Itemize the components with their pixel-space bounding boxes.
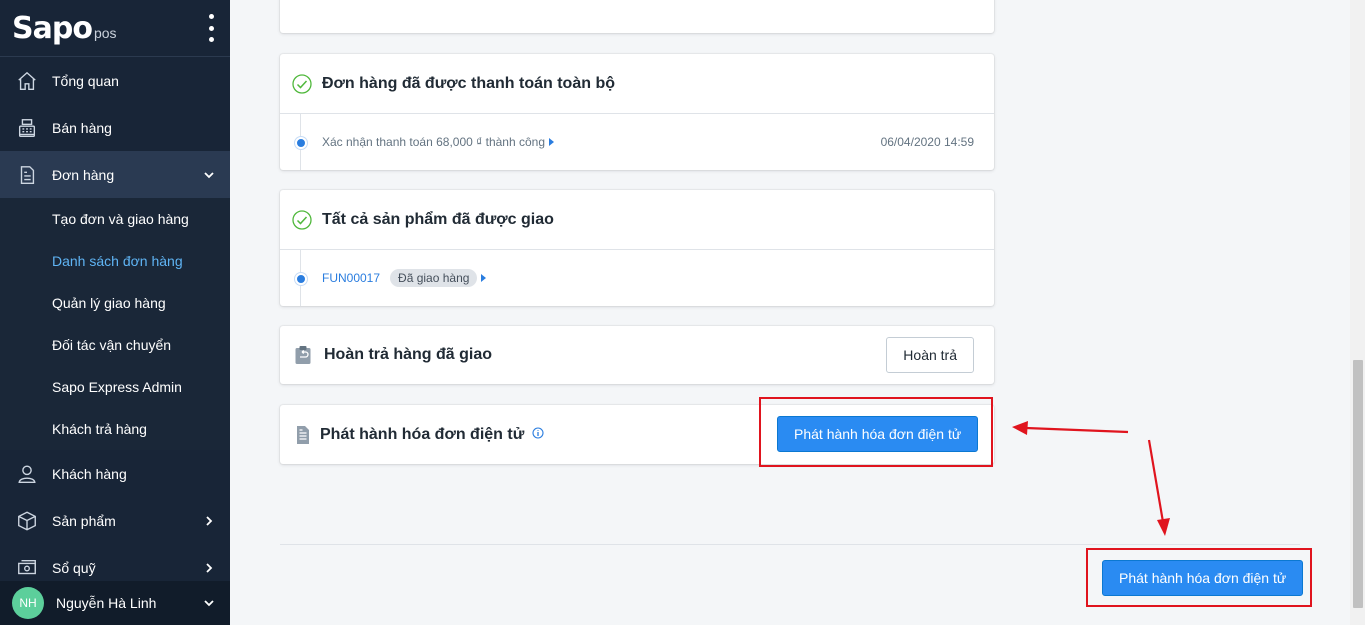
order-document-icon [16, 164, 38, 186]
submenu-shipping-partners[interactable]: Đối tác vận chuyển [0, 324, 230, 366]
einvoice-title: Phát hành hóa đơn điện tử [320, 425, 525, 443]
box-icon [16, 510, 38, 532]
returns-title: Hoàn trả hàng đã giao [324, 346, 493, 363]
sidebar-item-label: Bán hàng [52, 119, 112, 136]
logo-bar: Sapo pos [0, 0, 230, 57]
chevron-down-icon [204, 170, 214, 180]
delivery-card-header: Tất cả sản phẩm đã được giao [280, 190, 994, 250]
sidebar-item-label: Sổ quỹ [52, 559, 96, 576]
timeline-dot [295, 137, 307, 149]
user-name: Nguyễn Hà Linh [56, 595, 157, 611]
payment-event: Xác nhận thanh toán 68,000 ₫ thành công [322, 135, 546, 149]
submenu-customer-returns[interactable]: Khách trả hàng [0, 408, 230, 450]
submenu-create-order[interactable]: Tạo đơn và giao hàng [0, 198, 230, 240]
delivery-card: Tất cả sản phẩm đã được giao FUN00017 Đã… [280, 190, 994, 306]
sidebar-item-sales[interactable]: Bán hàng [0, 104, 230, 151]
check-circle-icon [292, 209, 312, 230]
chevron-down-icon [204, 598, 214, 608]
highlight-box-footer [1086, 548, 1312, 607]
sidebar-item-products[interactable]: Sản phẩm [0, 497, 230, 544]
submenu-order-list[interactable]: Danh sách đơn hàng [0, 240, 230, 282]
logo-sub: pos [93, 25, 117, 41]
sidebar-item-label: Sản phẩm [52, 512, 116, 529]
user-icon [16, 463, 38, 485]
cash-register-icon [16, 117, 38, 139]
payment-card: Đơn hàng đã được thanh toán toàn bộ Xác … [280, 54, 994, 170]
avatar: NH [12, 587, 44, 619]
payment-datetime: 06/04/2020 14:59 [880, 135, 974, 149]
caret-right-icon[interactable] [481, 274, 487, 282]
check-circle-icon [292, 73, 312, 94]
submenu-delivery-management[interactable]: Quản lý giao hàng [0, 282, 230, 324]
page-scrollbar[interactable] [1350, 0, 1365, 625]
status-badge: Đã giao hàng [390, 269, 478, 287]
delivery-timeline: FUN00017 Đã giao hàng [280, 250, 994, 306]
invoice-document-icon [294, 425, 309, 445]
scrollbar-thumb[interactable] [1353, 360, 1363, 608]
delivery-title: Tất cả sản phẩm đã được giao [322, 210, 554, 228]
shipment-code-link[interactable]: FUN00017 [322, 271, 380, 285]
return-button[interactable]: Hoàn trả [886, 337, 974, 373]
previous-card [280, 0, 994, 33]
sidebar: Sapo pos Tổng quan Bán hàng Đơn hàng Tạo… [0, 0, 230, 625]
home-icon [16, 70, 38, 92]
chevron-right-icon [204, 515, 214, 526]
orders-submenu: Tạo đơn và giao hàng Danh sách đơn hàng … [0, 198, 230, 450]
payment-card-header: Đơn hàng đã được thanh toán toàn bộ [280, 54, 994, 114]
info-icon[interactable] [532, 426, 544, 439]
logo[interactable]: Sapo [12, 11, 93, 46]
sidebar-item-overview[interactable]: Tổng quan [0, 57, 230, 104]
return-clipboard-icon [294, 345, 312, 365]
returns-card: Hoàn trả hàng đã giao Hoàn trả [280, 326, 994, 384]
user-account-menu[interactable]: NH Nguyễn Hà Linh [0, 581, 230, 625]
payment-timeline: Xác nhận thanh toán 68,000 ₫ thành công … [280, 114, 994, 170]
sidebar-item-label: Tổng quan [52, 72, 119, 89]
caret-right-icon[interactable] [549, 138, 555, 146]
returns-row: Hoàn trả hàng đã giao Hoàn trả [280, 326, 994, 384]
sidebar-item-orders[interactable]: Đơn hàng [0, 151, 230, 198]
more-menu-icon[interactable] [206, 14, 216, 42]
timeline-dot [295, 273, 307, 285]
sidebar-item-customers[interactable]: Khách hàng [0, 450, 230, 497]
sidebar-item-label: Khách hàng [52, 465, 127, 482]
cashbook-icon [16, 557, 38, 579]
submenu-sapo-express-admin[interactable]: Sapo Express Admin [0, 366, 230, 408]
footer-divider [280, 544, 1300, 545]
chevron-right-icon [204, 562, 214, 573]
highlight-box-einvoice [759, 397, 993, 467]
payment-title: Đơn hàng đã được thanh toán toàn bộ [322, 74, 615, 92]
sidebar-item-label: Đơn hàng [52, 166, 115, 183]
